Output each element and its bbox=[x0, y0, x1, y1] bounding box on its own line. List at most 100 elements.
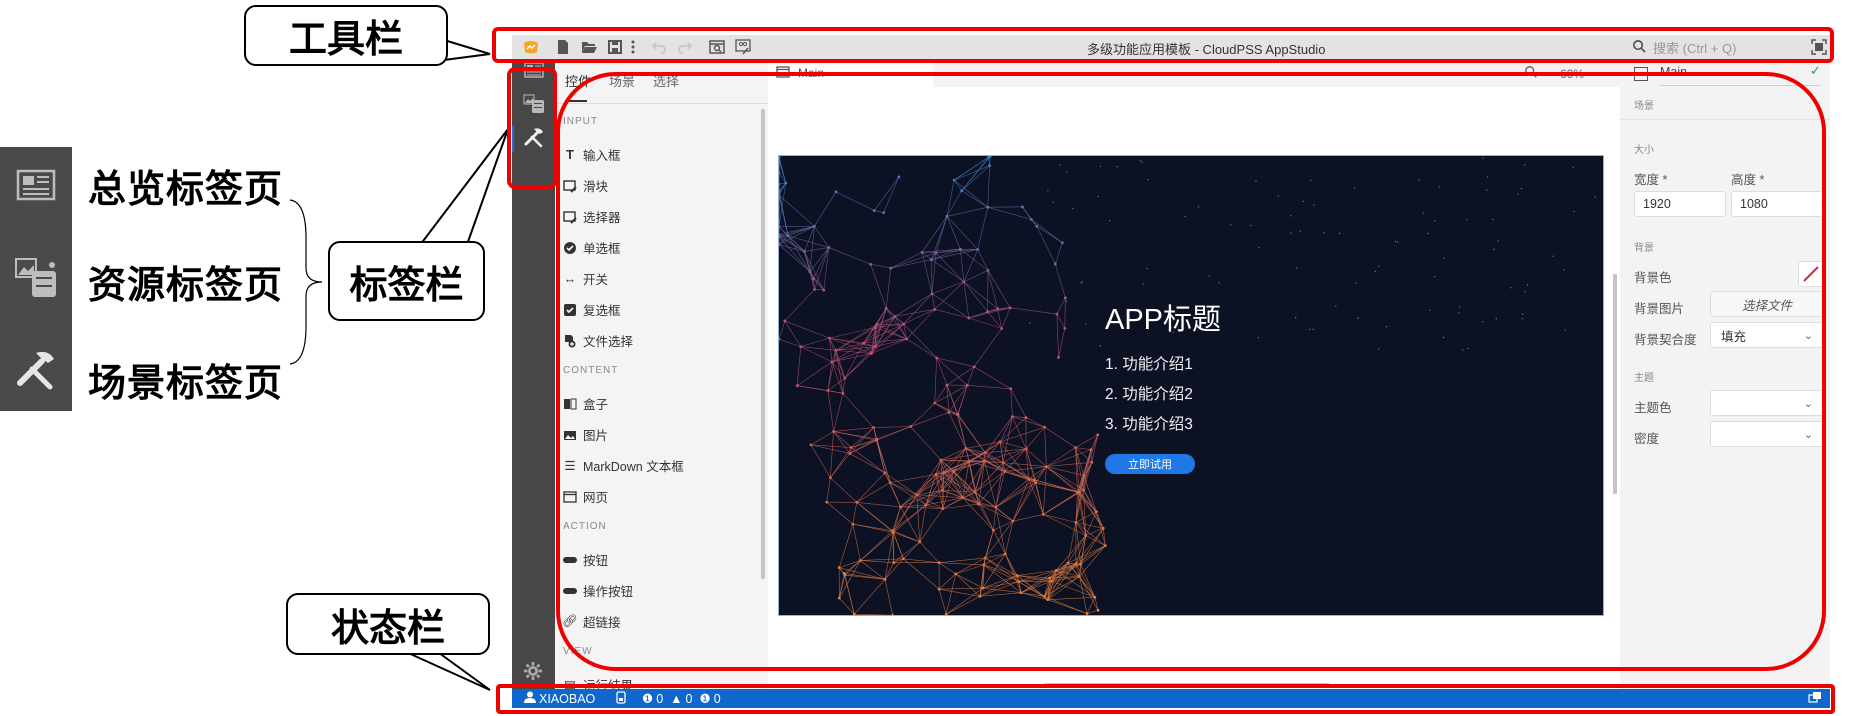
mesh-line bbox=[939, 587, 983, 590]
scene-preview[interactable]: APP标题 1. 功能介绍1 2. 功能介绍2 3. 功能介绍3 立即试用 bbox=[778, 155, 1604, 616]
theme-color-select[interactable]: ⌄ bbox=[1710, 390, 1824, 416]
bg-fit-select[interactable]: 填充 ⌄ bbox=[1710, 322, 1824, 348]
tab-scene[interactable]: 场景 bbox=[609, 71, 635, 90]
legend-label-scene: 场景标签页 bbox=[88, 361, 284, 405]
try-now-button[interactable]: 立即试用 bbox=[1105, 454, 1195, 474]
preview-icon[interactable] bbox=[708, 38, 726, 56]
fullscreen-icon[interactable] bbox=[1810, 38, 1828, 56]
mesh-node bbox=[1096, 433, 1100, 437]
gear-icon[interactable] bbox=[523, 661, 545, 683]
mesh-node bbox=[872, 426, 875, 429]
tab-select[interactable]: 选择 bbox=[653, 71, 679, 90]
bg-color-swatch[interactable] bbox=[1798, 261, 1824, 287]
zoom-icon[interactable] bbox=[1524, 65, 1538, 82]
star bbox=[1230, 224, 1232, 226]
scene-name[interactable]: Main bbox=[1660, 65, 1687, 79]
star bbox=[1573, 210, 1575, 213]
mesh-line bbox=[890, 482, 927, 506]
height-input[interactable]: 1080 bbox=[1731, 191, 1823, 217]
confirm-check-icon[interactable]: ✓ bbox=[1810, 63, 1821, 79]
user-indicator[interactable]: XIAOBAO bbox=[524, 691, 595, 706]
theme-section-label: 主题 bbox=[1634, 373, 1654, 384]
new-file-icon[interactable] bbox=[554, 38, 572, 56]
publish-icon[interactable] bbox=[734, 38, 752, 56]
mesh-line bbox=[873, 426, 911, 428]
mesh-node bbox=[891, 613, 895, 615]
info-icon: ❶ bbox=[699, 692, 711, 706]
component-item[interactable]: 复选框 bbox=[563, 300, 621, 319]
tab-controls[interactable]: 控件 bbox=[565, 71, 591, 90]
mesh-node bbox=[934, 251, 938, 255]
zoom-level[interactable]: 60% bbox=[1560, 67, 1584, 81]
mesh-line bbox=[1094, 597, 1099, 611]
sidebar-tab-scene[interactable] bbox=[523, 126, 545, 148]
star bbox=[1517, 193, 1519, 195]
star bbox=[1184, 215, 1186, 218]
sidebar-tab-resources[interactable] bbox=[523, 92, 545, 114]
star bbox=[1313, 204, 1315, 206]
scene-checkbox[interactable] bbox=[1634, 67, 1648, 81]
mesh-node bbox=[828, 476, 832, 480]
component-item[interactable]: 按钮 bbox=[563, 550, 608, 569]
mesh-line bbox=[826, 477, 831, 503]
component-item[interactable]: T 输入框 bbox=[563, 145, 621, 164]
device-indicator[interactable] bbox=[616, 691, 626, 707]
mesh-line bbox=[830, 477, 857, 503]
mesh-node bbox=[786, 234, 790, 238]
panel-scrollbar[interactable] bbox=[761, 109, 765, 579]
mesh-node bbox=[958, 247, 962, 251]
feedback-button[interactable] bbox=[1808, 691, 1822, 708]
mesh-node bbox=[826, 389, 830, 392]
component-item[interactable]: 图片 bbox=[563, 425, 608, 444]
component-item[interactable]: ▤ 运行结果 bbox=[563, 675, 633, 689]
window-title: 多级功能应用模板 - CloudPSS AppStudio bbox=[1087, 42, 1326, 57]
open-folder-icon[interactable] bbox=[580, 38, 598, 56]
component-item[interactable]: 单选框 bbox=[563, 238, 621, 257]
width-input[interactable]: 1920 bbox=[1634, 191, 1726, 217]
canvas-tab-main[interactable]: Main bbox=[768, 59, 933, 87]
mesh-node bbox=[1079, 562, 1083, 566]
mesh-line bbox=[903, 558, 940, 563]
mesh-line bbox=[940, 459, 955, 472]
component-item[interactable]: 滑块 bbox=[563, 176, 608, 195]
app-logo-icon[interactable] bbox=[522, 38, 540, 56]
sidebar-tab-overview[interactable] bbox=[523, 59, 545, 81]
choose-file-button[interactable]: 选择文件 bbox=[1710, 291, 1824, 317]
component-item[interactable]: 操作按钮 bbox=[563, 581, 633, 600]
component-label: 选择器 bbox=[583, 211, 621, 225]
mesh-node bbox=[799, 345, 803, 349]
mesh-line bbox=[953, 179, 988, 208]
canvas-horizontal-scrollbar[interactable] bbox=[1044, 683, 1329, 687]
component-item[interactable]: 选择器 bbox=[563, 207, 621, 226]
undo-icon[interactable] bbox=[650, 38, 668, 56]
component-item[interactable]: ↔ 开关 bbox=[563, 269, 608, 288]
component-item[interactable]: 盒子 bbox=[563, 394, 608, 413]
mesh-node bbox=[899, 505, 902, 509]
section-input: INPUT bbox=[563, 116, 598, 127]
canvas-vertical-scrollbar[interactable] bbox=[1613, 274, 1617, 494]
mesh-node bbox=[988, 164, 992, 168]
redo-icon[interactable] bbox=[676, 38, 694, 56]
mesh-line bbox=[939, 562, 984, 566]
component-item[interactable]: 文件选择 bbox=[563, 331, 633, 350]
mesh-node bbox=[883, 471, 887, 475]
search-input[interactable]: 搜索 (Ctrl + Q) bbox=[1632, 38, 1736, 57]
mesh-node bbox=[934, 473, 938, 476]
problem-counters[interactable]: ❶0 ▲ 0 ❶0 bbox=[642, 691, 721, 707]
mesh-line bbox=[823, 247, 830, 291]
mesh-node bbox=[1033, 478, 1036, 482]
mesh-node bbox=[855, 500, 859, 504]
mesh-node bbox=[942, 471, 946, 474]
component-item[interactable]: 🔗︎ 超链接 bbox=[562, 612, 620, 631]
device-icon bbox=[616, 691, 626, 707]
more-icon[interactable] bbox=[624, 38, 642, 56]
density-select[interactable]: ⌄ bbox=[1710, 421, 1824, 447]
component-item[interactable]: ☰ MarkDown 文本框 bbox=[563, 456, 683, 475]
mesh-node bbox=[1011, 519, 1015, 523]
component-item[interactable]: 网页 bbox=[563, 487, 608, 506]
mesh-node bbox=[858, 559, 862, 562]
star bbox=[1097, 195, 1099, 198]
scene-icon bbox=[14, 347, 58, 391]
mesh-node bbox=[822, 288, 826, 292]
save-icon[interactable] bbox=[606, 38, 624, 56]
